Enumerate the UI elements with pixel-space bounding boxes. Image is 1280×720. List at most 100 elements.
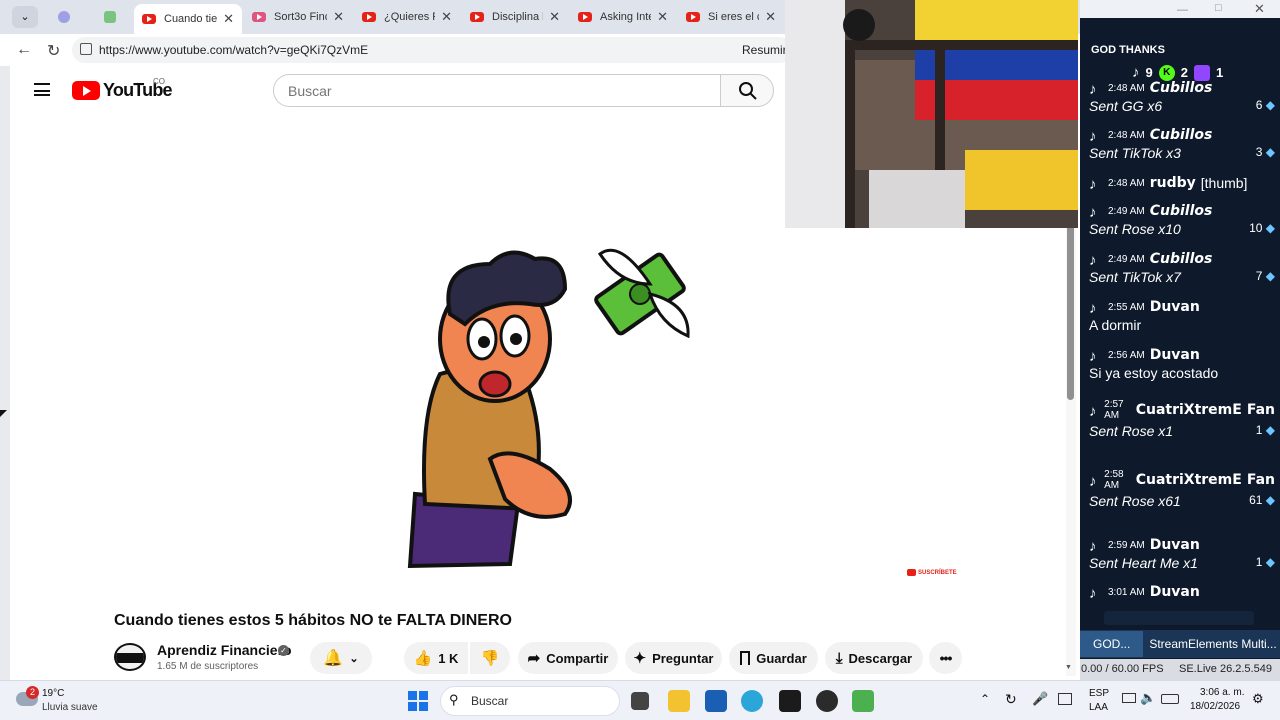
obs-icon[interactable] [816, 690, 838, 712]
browser-tab[interactable]: Si eres el cam✕ [678, 4, 784, 30]
message-user[interactable]: Cubillos [1150, 127, 1213, 143]
app-icon-red[interactable] [779, 690, 801, 712]
message-time: 2:59 AM [1108, 539, 1145, 551]
status-bar: 0.00 / 60.00 FPS SE.Live 26.2.5.549 [1080, 659, 1280, 680]
volume-icon[interactable]: 🔈 [1140, 690, 1156, 706]
notification-bell-button[interactable]: 🔔 ⌄ [310, 642, 372, 674]
tab-close-icon[interactable]: ✕ [651, 9, 668, 25]
search-input[interactable] [273, 74, 721, 107]
edge-browser-icon[interactable] [741, 690, 763, 712]
message-user[interactable]: rudby [1150, 175, 1196, 191]
tray-chevron-icon[interactable]: ⌃ [980, 692, 990, 706]
more-actions-button[interactable]: ••• [929, 642, 962, 674]
tray-mic-icon[interactable]: 🎤 [1032, 691, 1048, 707]
message-time: 3:01 AM [1108, 586, 1145, 598]
dislike-button[interactable]: 👎 [470, 642, 510, 674]
chat-emote-bar[interactable] [1104, 611, 1254, 625]
footer-tab-god[interactable]: GOD... [1080, 631, 1144, 657]
gift-amount-value: 10 [1249, 221, 1263, 235]
diamond-icon: ◆ [1262, 269, 1275, 283]
tab-favicon-icon [686, 12, 700, 22]
chat-window-controls: — □ ✕ [1080, 0, 1280, 18]
message-user[interactable]: Duvan [1150, 299, 1200, 315]
windows-start-icon[interactable] [408, 691, 428, 711]
tiktok-icon: ♪ [1089, 128, 1097, 145]
download-icon: ⤓ [835, 649, 843, 667]
channel-name[interactable]: Aprendiz Financiero [157, 642, 292, 658]
message-user[interactable]: Cubillos [1150, 80, 1213, 96]
version-label: SE.Live 26.2.5.549 [1179, 663, 1272, 675]
battery-icon[interactable] [1161, 694, 1179, 704]
browser-tab[interactable] [96, 4, 132, 30]
mouse-cursor-icon [0, 410, 7, 417]
clock-date[interactable]: 18/02/2026 [1190, 701, 1240, 712]
file-explorer-icon[interactable] [668, 690, 690, 712]
tab-close-icon[interactable]: ✕ [327, 9, 344, 25]
webcam-scene [785, 0, 1078, 228]
maximize-icon[interactable]: □ [1215, 2, 1222, 14]
back-arrow-icon[interactable]: ← [16, 41, 32, 59]
store-icon[interactable] [705, 690, 727, 712]
message-user[interactable]: Cubillos [1150, 203, 1213, 219]
url-field[interactable]: https://www.youtube.com/watch?v=geQKi7Qz… [72, 37, 792, 63]
hamburger-menu-icon[interactable] [34, 83, 50, 96]
message-user[interactable]: Cubillos [1150, 251, 1213, 267]
browser-tab[interactable]: Sort3o Finca 2✕ [244, 4, 352, 30]
message-time: 2:57 AM [1104, 399, 1124, 421]
tiktok-icon: ♪ [1089, 176, 1097, 193]
scroll-down-arrow-icon[interactable]: ▼ [1065, 664, 1072, 671]
chat-app-icon[interactable] [852, 690, 874, 712]
share-button[interactable]: ➦ Compartir [518, 642, 618, 674]
message-user[interactable]: Duvan [1150, 584, 1200, 600]
ask-button[interactable]: ✦ Preguntar [625, 642, 722, 674]
notification-icon[interactable]: ⚙ [1252, 691, 1264, 707]
save-button[interactable]: Guardar [729, 642, 818, 674]
message-text: Sent GG x6 [1089, 98, 1163, 114]
message-user[interactable]: CuatriXtremE [1136, 402, 1242, 418]
tab-close-icon[interactable]: ✕ [759, 9, 776, 25]
youtube-logo-icon[interactable] [72, 81, 100, 100]
tray-sync-icon[interactable]: ↻ [1005, 691, 1017, 708]
weather-widget[interactable]: 2 19°C Lluvia suave [14, 686, 124, 716]
tab-list-chevron-icon[interactable]: ⌄ [12, 6, 38, 28]
url-text: https://www.youtube.com/watch?v=geQKi7Qz… [99, 43, 369, 57]
reload-icon[interactable]: ↻ [47, 41, 60, 61]
network-icon[interactable] [1122, 693, 1136, 703]
taskbar-search[interactable]: ⚲ Buscar [440, 686, 620, 716]
message-user[interactable]: Duvan [1150, 537, 1200, 553]
download-button[interactable]: ⤓ Descargar [825, 642, 923, 674]
chat-message: ♪ 2:48 AM Cubillos Sent GG x6 6 ◆ [1089, 80, 1275, 114]
tray-app-icon[interactable] [1058, 693, 1072, 705]
chat-footer-tabs: GOD... StreamElements Multi... [1080, 630, 1280, 658]
browser-tab[interactable]: Disciplina bru✕ [462, 4, 568, 30]
gift-amount: 6 ◆ [1256, 98, 1275, 114]
subscribe-watermark[interactable]: SUSCRÍBETE [907, 569, 957, 576]
footer-tab-streamelements[interactable]: StreamElements Multi... [1143, 631, 1280, 657]
like-button[interactable]: 👍 1 K [404, 642, 468, 674]
language-bottom[interactable]: LAA [1089, 702, 1108, 713]
site-info-icon[interactable] [80, 43, 92, 55]
tiktok-count: 9 [1145, 65, 1153, 80]
search-button[interactable] [720, 74, 774, 107]
tab-close-icon[interactable]: ✕ [543, 9, 560, 25]
task-view-icon[interactable] [631, 692, 649, 710]
taskbar-search-label: Buscar [471, 694, 509, 708]
browser-tab[interactable]: ¿Quieres PEG/✕ [354, 4, 460, 30]
clock-time[interactable]: 3:06 a. m. [1200, 687, 1244, 698]
tab-close-icon[interactable]: ✕ [217, 11, 234, 27]
tab-close-icon[interactable]: ✕ [435, 9, 452, 25]
message-user[interactable]: CuatriXtremE [1136, 472, 1242, 488]
gift-amount: 1 ◆ [1256, 555, 1275, 571]
language-top[interactable]: ESP [1089, 688, 1109, 699]
browser-tab[interactable] [50, 4, 86, 30]
close-icon[interactable]: ✕ [1254, 1, 1265, 17]
browser-tab[interactable]: Asking Interna✕ [570, 4, 676, 30]
tiktok-icon: ♪ [1089, 81, 1097, 98]
tab-favicon-icon [142, 14, 156, 24]
summarize-button[interactable]: Resumir [742, 43, 787, 57]
gift-amount-value: 61 [1249, 493, 1263, 507]
minimize-icon[interactable]: — [1177, 4, 1188, 16]
channel-avatar[interactable] [114, 643, 146, 671]
browser-tab[interactable]: Cuando tiene✕ [134, 4, 242, 34]
message-user[interactable]: Duvan [1150, 347, 1200, 363]
